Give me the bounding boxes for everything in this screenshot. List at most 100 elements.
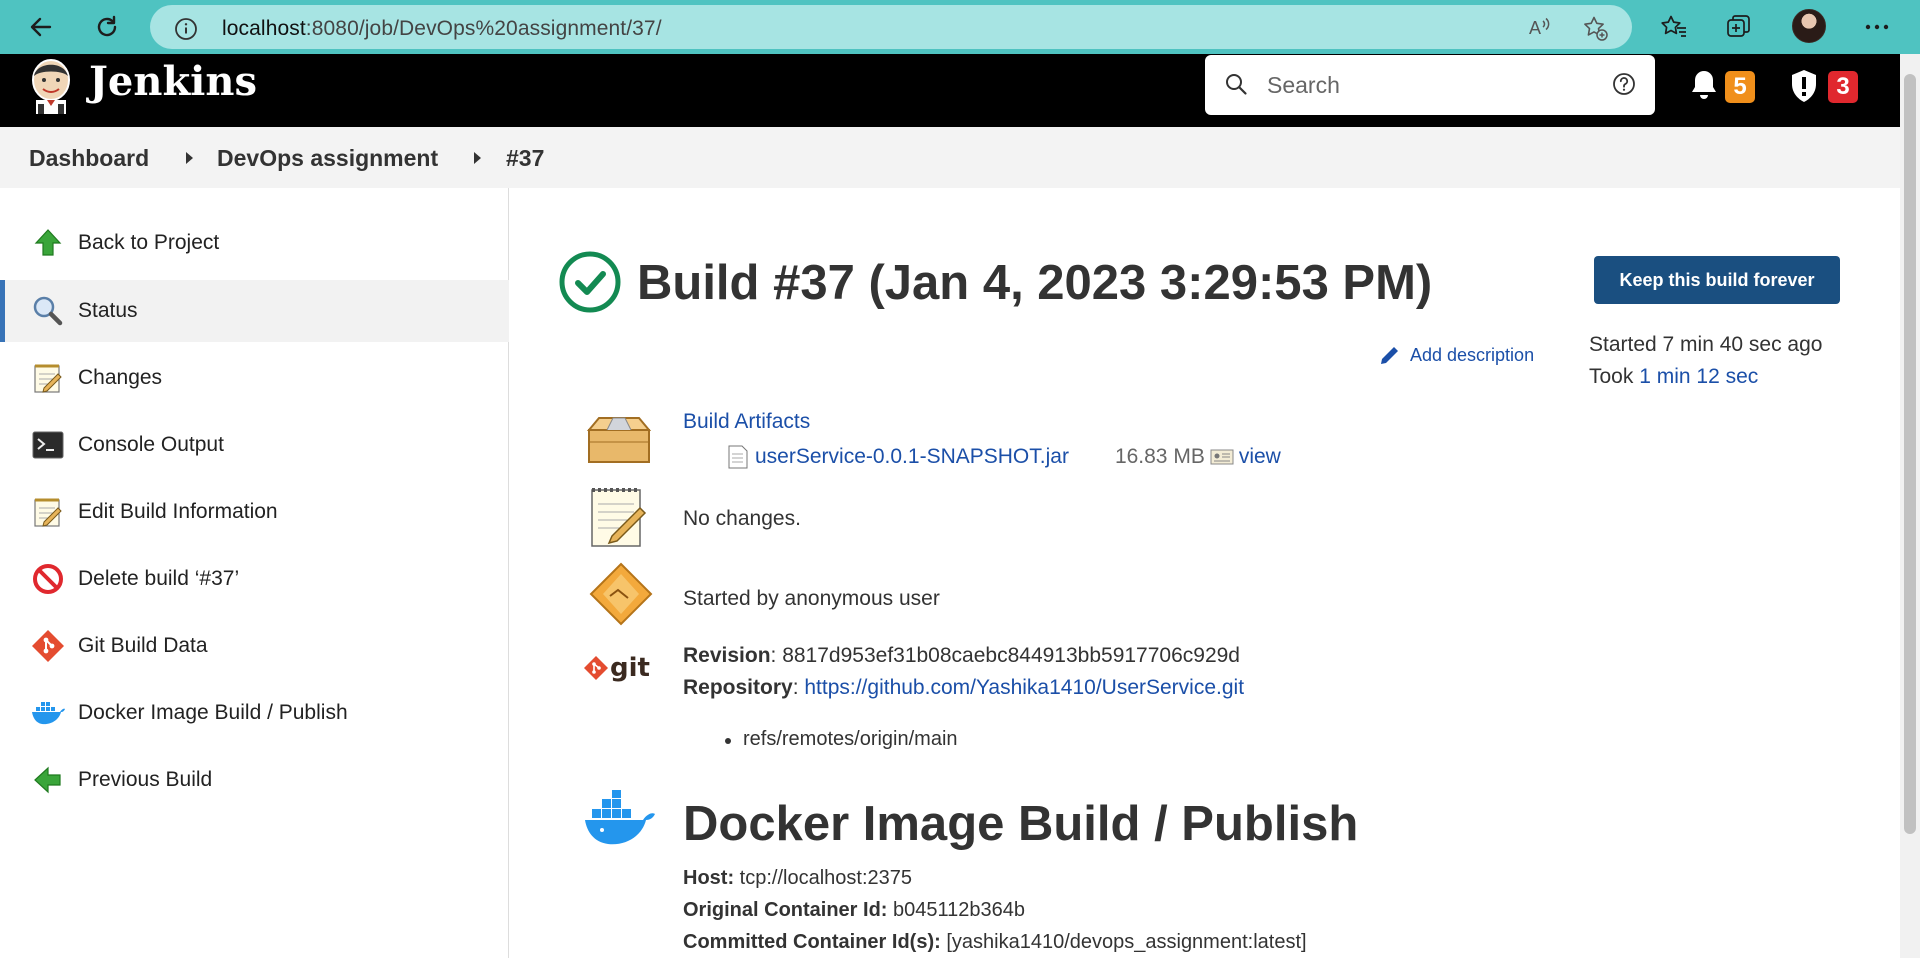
host-label: Host: — [683, 867, 735, 889]
sidebar-item-git-build-data[interactable]: Git Build Data — [0, 615, 509, 677]
add-description-link[interactable]: Add description — [1378, 343, 1534, 367]
sidebar-item-previous-build[interactable]: Previous Build — [0, 749, 509, 811]
sidebar-item-edit-build-information[interactable]: Edit Build Information — [0, 481, 509, 543]
revision-line: Revision: 8817d953ef31b08caebc844913bb59… — [683, 644, 1240, 668]
main-content: Build #37 (Jan 4, 2023 3:29:53 PM) Keep … — [510, 188, 1900, 958]
fingerprint-card-icon — [1210, 449, 1234, 465]
docker-whale-icon — [582, 789, 658, 855]
add-description-label: Add description — [1410, 344, 1535, 365]
jenkins-header: Jenkins 5 3 — [0, 54, 1900, 127]
keep-build-forever-button[interactable]: Keep this build forever — [1594, 256, 1840, 304]
sidebar-item-label: Status — [78, 299, 138, 322]
duration-link[interactable]: 1 min 12 sec — [1639, 365, 1758, 388]
artifact-size: 16.83 MB — [1114, 445, 1205, 468]
arrow-left-icon — [30, 762, 66, 798]
build-timing: Started 7 min 40 sec ago Took 1 min 12 s… — [1589, 329, 1822, 393]
no-entry-icon — [30, 561, 66, 597]
package-icon — [583, 410, 655, 471]
no-changes-text: No changes. — [683, 507, 801, 530]
original-container-label: Original Container Id: — [683, 899, 888, 921]
docker-section-title: Docker Image Build / Publish — [683, 797, 1359, 851]
more-options-icon[interactable] — [1858, 8, 1896, 46]
notepad-icon — [30, 360, 66, 396]
build-artifacts-link[interactable]: Build Artifacts — [683, 410, 810, 434]
committed-container-label: Committed Container Id(s): — [683, 931, 941, 953]
sidebar-item-label: Previous Build — [78, 768, 213, 791]
repository-line: Repository: https://github.com/Yashika14… — [683, 676, 1244, 700]
sidebar-item-label: Console Output — [78, 433, 224, 456]
notifications-badge[interactable]: 5 — [1725, 71, 1755, 103]
magnifier-icon — [30, 293, 66, 329]
committed-container-value: [yashika1410/devops_assignment:latest] — [940, 931, 1307, 953]
sidebar-item-label: Delete build ‘#37’ — [78, 567, 240, 590]
pencil-icon — [1381, 347, 1398, 364]
repository-link[interactable]: https://github.com/Yashika1410/UserServi… — [804, 676, 1244, 699]
branch-item: refs/remotes/origin/main — [725, 728, 958, 750]
original-container-line: Original Container Id: b045112b364b — [683, 899, 1025, 922]
sidebar-item-label: Back to Project — [78, 231, 220, 254]
file-icon — [728, 445, 748, 469]
browser-toolbar: localhost:8080/job/DevOps%20assignment/3… — [0, 0, 1920, 54]
docker-icon — [30, 695, 66, 731]
revision-value: : 8817d953ef31b08caebc844913bb5917706c92… — [770, 644, 1240, 667]
sidebar-item-label: Changes — [78, 366, 163, 389]
security-shield-icon[interactable] — [1789, 68, 1819, 109]
scrollbar-thumb[interactable] — [1904, 74, 1916, 834]
artifact-row: userService-0.0.1-SNAPSHOT.jar 16.83 MB … — [727, 445, 1281, 469]
host-value: tcp://localhost:2375 — [734, 867, 912, 889]
page-scrollbar[interactable] — [1900, 54, 1920, 958]
sidebar-item-back-to-project[interactable]: Back to Project — [0, 212, 509, 274]
read-aloud-icon[interactable]: A — [1528, 15, 1554, 44]
sidebar-item-label: Docker Image Build / Publish — [78, 701, 348, 724]
took-label: Took — [1589, 365, 1634, 388]
sidebar-item-label: Git Build Data — [78, 634, 208, 657]
artifact-file-link[interactable]: userService-0.0.1-SNAPSHOT.jar — [755, 445, 1069, 469]
sidebar-item-delete-build[interactable]: Delete build ‘#37’ — [0, 548, 509, 610]
git-icon — [30, 628, 66, 664]
help-icon[interactable] — [1611, 71, 1637, 102]
breadcrumb-separator-icon[interactable] — [186, 152, 193, 164]
site-info-icon[interactable] — [174, 17, 198, 46]
sidebar-item-changes[interactable]: Changes — [0, 347, 509, 409]
docker-host-line: Host: tcp://localhost:2375 — [683, 867, 912, 890]
original-container-value: b045112b364b — [887, 899, 1026, 921]
breadcrumb-dashboard[interactable]: Dashboard — [29, 145, 149, 172]
terminal-icon — [30, 427, 66, 463]
collections-icon[interactable] — [1720, 8, 1758, 46]
search-input[interactable] — [1267, 69, 1587, 101]
notepad-icon — [30, 494, 66, 530]
git-logo-icon: git — [582, 652, 658, 697]
arrow-up-icon — [30, 225, 66, 261]
sidebar-item-docker-image-build[interactable]: Docker Image Build / Publish — [0, 682, 509, 744]
sidebar: Back to Project Status Changes Console O… — [0, 188, 509, 958]
success-check-icon — [558, 250, 622, 319]
notifications-bell-icon[interactable] — [1689, 68, 1719, 107]
url-text[interactable]: localhost:8080/job/DevOps%20assignment/3… — [222, 17, 662, 41]
reload-icon[interactable] — [88, 8, 126, 46]
breadcrumb-devops-assignment[interactable]: DevOps assignment — [217, 145, 438, 172]
breadcrumb: Dashboard DevOps assignment #37 — [0, 127, 1900, 188]
sidebar-item-console-output[interactable]: Console Output — [0, 414, 509, 476]
address-bar[interactable]: localhost:8080/job/DevOps%20assignment/3… — [150, 5, 1632, 49]
add-favorite-icon[interactable] — [1582, 15, 1608, 46]
jenkins-logo-icon[interactable] — [28, 56, 74, 114]
search-box[interactable] — [1205, 55, 1655, 115]
security-badge[interactable]: 3 — [1828, 71, 1858, 103]
revision-label: Revision — [683, 644, 771, 667]
repository-label: Repository — [683, 676, 793, 699]
artifact-view-link[interactable]: view — [1239, 445, 1281, 469]
breadcrumb-build-37[interactable]: #37 — [506, 145, 544, 172]
sidebar-item-status[interactable]: Status — [0, 280, 509, 342]
page-title: Build #37 (Jan 4, 2023 3:29:53 PM) — [637, 256, 1433, 310]
sidebar-item-label: Edit Build Information — [78, 500, 278, 523]
back-icon[interactable] — [22, 8, 60, 46]
svg-text:git: git — [610, 653, 650, 683]
jenkins-brand[interactable]: Jenkins — [89, 58, 257, 105]
favorites-icon[interactable] — [1655, 8, 1693, 46]
started-by-text: Started by anonymous user — [683, 587, 940, 610]
svg-text:A: A — [1529, 18, 1541, 38]
breadcrumb-separator-icon[interactable] — [474, 152, 481, 164]
notepad-icon — [586, 484, 652, 555]
search-icon — [1223, 71, 1249, 102]
profile-avatar[interactable] — [1792, 9, 1826, 43]
